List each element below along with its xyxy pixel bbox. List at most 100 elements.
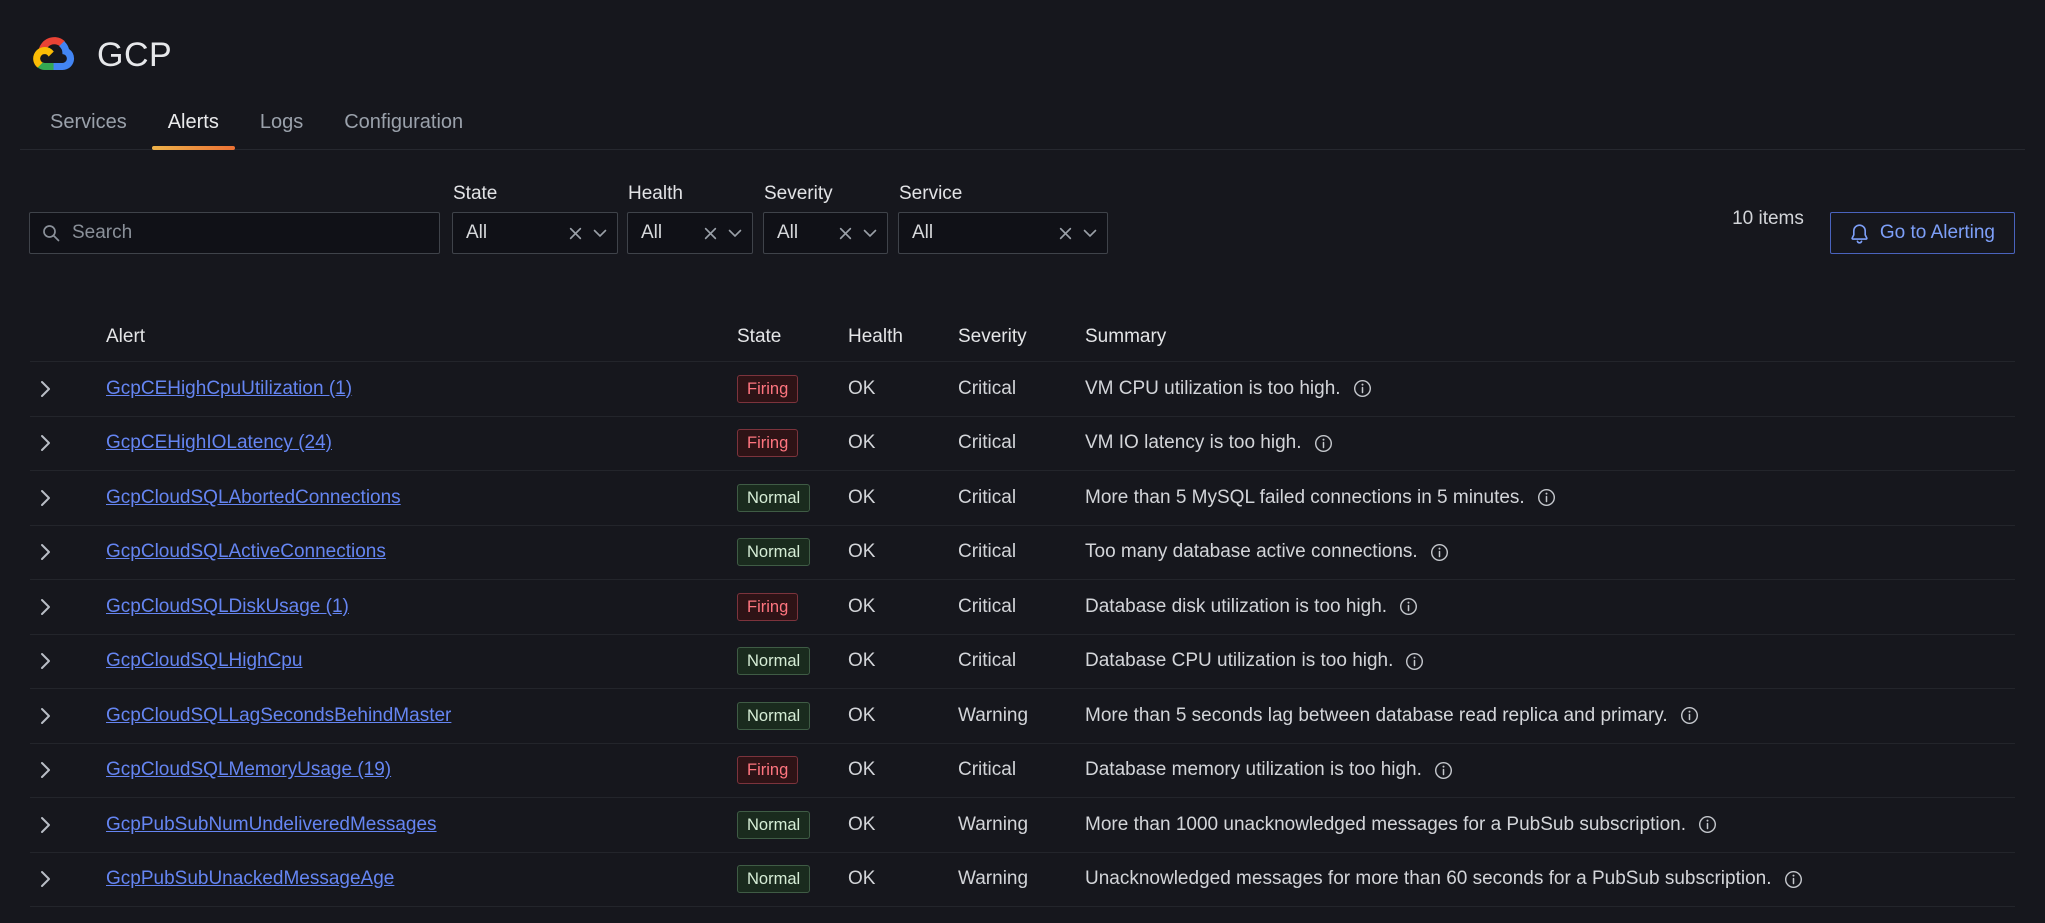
- tab-bar: Services Alerts Logs Configuration: [20, 101, 2025, 150]
- row-expand-button[interactable]: [36, 648, 55, 674]
- health-filter-select[interactable]: All: [627, 212, 753, 254]
- table-row: GcpCloudSQLDiskUsage (1) Firing OK Criti…: [30, 580, 2015, 635]
- info-icon[interactable]: [1680, 706, 1699, 725]
- info-icon[interactable]: [1353, 379, 1372, 398]
- row-expand-button[interactable]: [36, 430, 55, 456]
- table-row: GcpCloudSQLAbortedConnections Normal OK …: [30, 471, 2015, 526]
- row-expand-button[interactable]: [36, 757, 55, 783]
- severity-value: Warning: [958, 705, 1085, 727]
- chevron-right-icon: [40, 870, 51, 888]
- chevron-right-icon: [40, 652, 51, 670]
- tab-services[interactable]: Services: [34, 101, 143, 149]
- alert-link[interactable]: GcpCEHighCpuUtilization (1): [106, 378, 352, 399]
- state-badge: Normal: [737, 538, 810, 566]
- clear-icon[interactable]: [1059, 227, 1072, 240]
- summary-text: More than 5 seconds lag between database…: [1085, 705, 1668, 727]
- chevron-down-icon[interactable]: [593, 229, 607, 238]
- items-count: 10 items: [1732, 198, 1804, 240]
- alert-link[interactable]: GcpCloudSQLAbortedConnections: [106, 487, 401, 508]
- row-expand-button[interactable]: [36, 376, 55, 402]
- alert-link[interactable]: GcpCloudSQLHighCpu: [106, 650, 302, 671]
- clear-icon[interactable]: [839, 227, 852, 240]
- info-icon[interactable]: [1430, 543, 1449, 562]
- info-icon[interactable]: [1537, 488, 1556, 507]
- severity-value: Critical: [958, 487, 1085, 509]
- row-expand-button[interactable]: [36, 539, 55, 565]
- severity-filter-value: All: [777, 222, 839, 244]
- row-expand-button[interactable]: [36, 812, 55, 838]
- alert-link[interactable]: GcpCEHighIOLatency (24): [106, 432, 332, 453]
- service-filter-value: All: [912, 222, 1059, 244]
- tab-alerts[interactable]: Alerts: [152, 101, 235, 149]
- health-filter-value: All: [641, 222, 704, 244]
- table-body: GcpCEHighCpuUtilization (1) Firing OK Cr…: [30, 362, 2015, 907]
- severity-value: Critical: [958, 759, 1085, 781]
- info-icon[interactable]: [1784, 870, 1803, 889]
- summary-text: Too many database active connections.: [1085, 541, 1418, 563]
- row-expand-button[interactable]: [36, 594, 55, 620]
- alert-link[interactable]: GcpCloudSQLMemoryUsage (19): [106, 759, 391, 780]
- row-expand-button[interactable]: [36, 703, 55, 729]
- clear-icon[interactable]: [704, 227, 717, 240]
- health-value: OK: [848, 378, 958, 400]
- alert-link[interactable]: GcpCloudSQLLagSecondsBehindMaster: [106, 705, 451, 726]
- info-icon[interactable]: [1405, 652, 1424, 671]
- state-badge: Normal: [737, 484, 810, 512]
- chevron-right-icon: [40, 761, 51, 779]
- info-icon[interactable]: [1399, 597, 1418, 616]
- column-header-alert: Alert: [106, 326, 737, 348]
- chevron-down-icon[interactable]: [1083, 229, 1097, 238]
- app-header: GCP: [0, 0, 2045, 75]
- health-value: OK: [848, 596, 958, 618]
- state-badge: Firing: [737, 756, 798, 784]
- alert-link[interactable]: GcpCloudSQLDiskUsage (1): [106, 596, 349, 617]
- state-badge: Normal: [737, 647, 810, 675]
- alert-link[interactable]: GcpPubSubUnackedMessageAge: [106, 868, 394, 889]
- severity-value: Critical: [958, 541, 1085, 563]
- chevron-right-icon: [40, 598, 51, 616]
- health-value: OK: [848, 705, 958, 727]
- summary-text: VM IO latency is too high.: [1085, 432, 1302, 454]
- alert-link[interactable]: GcpCloudSQLActiveConnections: [106, 541, 386, 562]
- health-value: OK: [848, 541, 958, 563]
- row-expand-button[interactable]: [36, 866, 55, 892]
- state-badge: Firing: [737, 429, 798, 457]
- severity-value: Critical: [958, 378, 1085, 400]
- table-row: GcpCloudSQLHighCpu Normal OK Critical Da…: [30, 635, 2015, 690]
- state-filter-value: All: [466, 222, 569, 244]
- tab-configuration[interactable]: Configuration: [328, 101, 479, 149]
- bell-icon: [1850, 223, 1869, 244]
- state-filter-label: State: [452, 183, 627, 205]
- chevron-down-icon[interactable]: [728, 229, 742, 238]
- go-to-alerting-button[interactable]: Go to Alerting: [1830, 212, 2015, 254]
- info-icon[interactable]: [1434, 761, 1453, 780]
- info-icon[interactable]: [1698, 815, 1717, 834]
- row-expand-button[interactable]: [36, 485, 55, 511]
- service-filter-select[interactable]: All: [898, 212, 1108, 254]
- table-row: GcpPubSubUnackedMessageAge Normal OK War…: [30, 853, 2015, 908]
- chevron-down-icon[interactable]: [863, 229, 877, 238]
- tab-logs[interactable]: Logs: [244, 101, 319, 149]
- chevron-right-icon: [40, 543, 51, 561]
- health-value: OK: [848, 814, 958, 836]
- state-badge: Normal: [737, 811, 810, 839]
- state-badge: Normal: [737, 702, 810, 730]
- info-icon[interactable]: [1314, 434, 1333, 453]
- health-value: OK: [848, 432, 958, 454]
- severity-value: Warning: [958, 868, 1085, 890]
- state-filter-select[interactable]: All: [452, 212, 618, 254]
- chevron-right-icon: [40, 707, 51, 725]
- alert-link[interactable]: GcpPubSubNumUndeliveredMessages: [106, 814, 437, 835]
- column-header-health: Health: [848, 326, 958, 348]
- health-value: OK: [848, 650, 958, 672]
- state-badge: Firing: [737, 593, 798, 621]
- service-filter-label: Service: [898, 183, 1108, 205]
- filter-bar: State All Health All Severity All: [0, 183, 2045, 254]
- alerts-table: Alert State Health Severity Summary GcpC…: [30, 312, 2015, 907]
- search-input[interactable]: [29, 212, 440, 254]
- severity-value: Critical: [958, 650, 1085, 672]
- severity-filter-select[interactable]: All: [763, 212, 888, 254]
- table-row: GcpCloudSQLActiveConnections Normal OK C…: [30, 526, 2015, 581]
- table-row: GcpCEHighIOLatency (24) Firing OK Critic…: [30, 417, 2015, 472]
- clear-icon[interactable]: [569, 227, 582, 240]
